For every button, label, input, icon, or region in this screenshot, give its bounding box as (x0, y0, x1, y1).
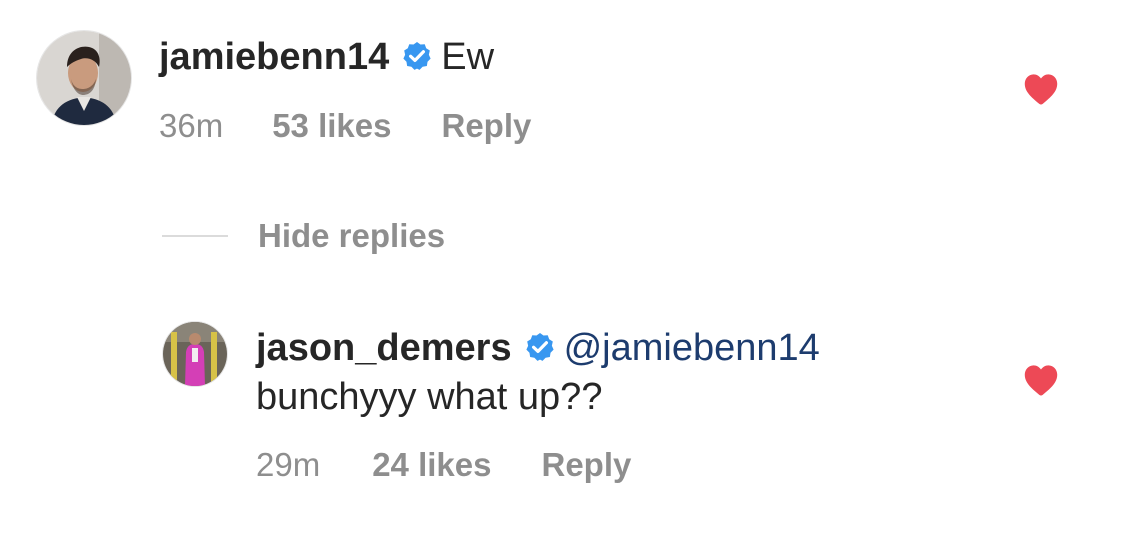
avatar[interactable] (37, 31, 131, 125)
username[interactable]: jason_demers (256, 327, 512, 369)
comment-text: bunchyyy what up?? (256, 376, 603, 418)
mention-link[interactable]: @jamiebenn14 (564, 327, 820, 369)
reply-button[interactable]: Reply (541, 445, 631, 485)
comment-header: jason_demers @jamiebenn14 (256, 326, 820, 370)
verified-badge-icon (525, 333, 554, 361)
comment-text: Ew (441, 36, 495, 78)
comment-time: 36m (159, 107, 224, 144)
heart-icon[interactable] (1022, 72, 1060, 106)
likes-count[interactable]: 24 likes (372, 445, 491, 485)
comment-header: jamiebenn14 Ew (159, 35, 494, 79)
comment-time: 29m (256, 446, 321, 483)
comment-meta: 29m 24 likes Reply (256, 445, 631, 485)
likes-count[interactable]: 53 likes (272, 106, 391, 146)
avatar[interactable] (163, 322, 227, 386)
reply-button[interactable]: Reply (441, 106, 531, 146)
divider (162, 235, 228, 237)
hide-replies-toggle[interactable]: Hide replies (162, 214, 445, 258)
hide-replies-label: Hide replies (258, 217, 446, 254)
comment-meta: 36m 53 likes Reply (159, 106, 531, 146)
verified-badge-icon (403, 42, 431, 70)
username[interactable]: jamiebenn14 (159, 36, 389, 78)
heart-icon[interactable] (1022, 363, 1060, 397)
